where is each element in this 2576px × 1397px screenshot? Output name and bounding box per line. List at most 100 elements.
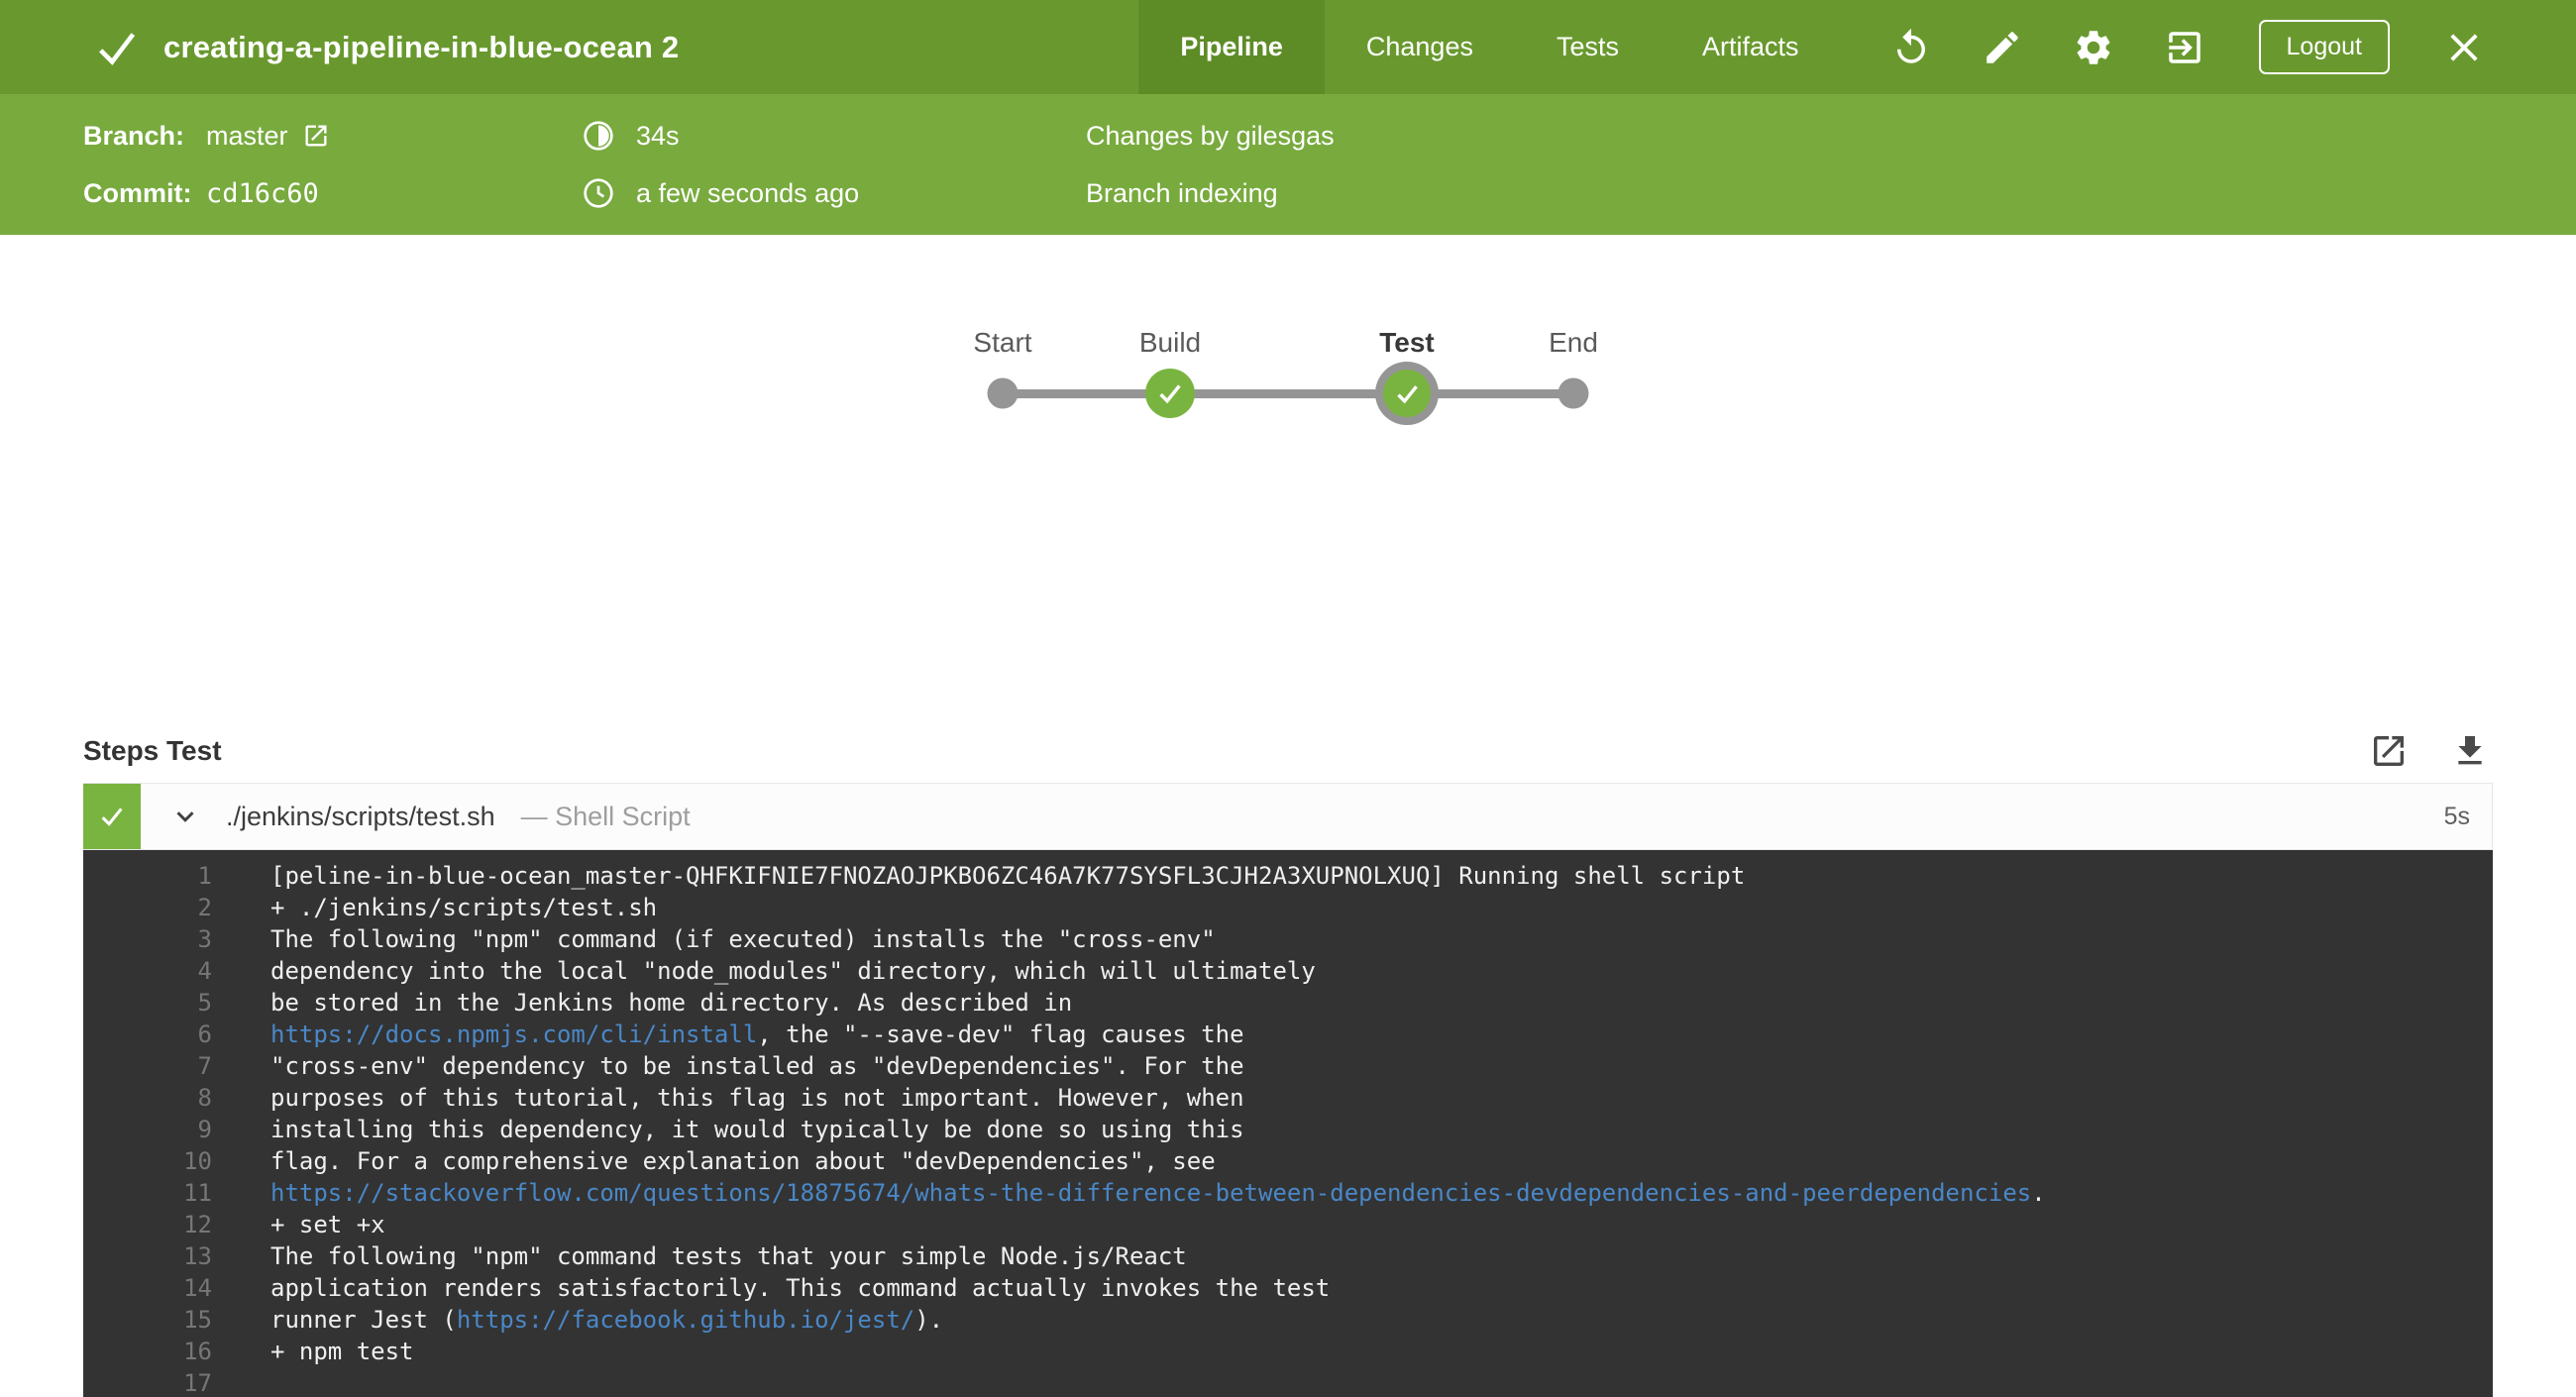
page-title: creating-a-pipeline-in-blue-ocean 2 — [163, 29, 680, 64]
step-kind: — Shell Script — [520, 801, 691, 831]
console-log[interactable]: 1 [peline-in-blue-ocean_master-QHFKIFNIE7… — [83, 850, 2493, 1397]
console-line-number: 8 — [197, 1084, 212, 1112]
cause-row: Branch indexing — [1086, 177, 1278, 208]
console-link[interactable]: https://facebook.github.io/jest/ — [457, 1306, 914, 1334]
steps-actions — [2366, 728, 2493, 774]
step-success-badge — [83, 784, 141, 849]
console-line-number: 14 — [183, 1274, 212, 1302]
graph-node-start — [987, 377, 1019, 409]
console-line-number: 11 — [183, 1179, 212, 1207]
header-left: creating-a-pipeline-in-blue-ocean 2 — [0, 0, 679, 94]
pipeline-graph: Start Build Test End — [0, 287, 2576, 466]
console-line-number: 17 — [183, 1369, 212, 1397]
console-line: 11 https://stackoverflow.com/questions/18… — [83, 1177, 2493, 1209]
console-line-text: dependency into the local "node_modules"… — [270, 957, 1316, 985]
step-name: ./jenkins/scripts/test.sh — [226, 801, 495, 831]
duration-value: 34s — [636, 120, 680, 151]
console-line-number: 5 — [197, 989, 212, 1017]
console-line-text: + set +x — [270, 1211, 385, 1238]
tab-bar: Pipeline Changes Tests Artifacts — [1138, 0, 1840, 94]
graph-node-build[interactable] — [1145, 369, 1195, 418]
console-line-text: application renders satisfactorily. This… — [270, 1274, 1331, 1302]
commit-value: cd16c60 — [206, 177, 319, 209]
tab-tests[interactable]: Tests — [1515, 0, 1661, 94]
console-line: 17 — [83, 1367, 2493, 1397]
console-link[interactable]: https://docs.npmjs.com/cli/install — [270, 1021, 757, 1048]
console-line: 2 + ./jenkins/scripts/test.sh — [83, 892, 2493, 923]
graph-node-end — [1557, 377, 1589, 409]
step-duration: 5s — [2443, 802, 2470, 830]
tab-changes[interactable]: Changes — [1325, 0, 1515, 94]
console-line: 7 "cross-env" dependency to be installed … — [83, 1050, 2493, 1082]
tab-artifacts[interactable]: Artifacts — [1661, 0, 1841, 94]
console-line: 15 runner Jest (https://facebook.github.i… — [83, 1304, 2493, 1336]
console-line-number: 7 — [197, 1052, 212, 1080]
console-line: 5 be stored in the Jenkins home directory… — [83, 987, 2493, 1019]
console-line-number: 10 — [183, 1147, 212, 1175]
console-line: 9 installing this dependency, it would ty… — [83, 1114, 2493, 1145]
open-log-icon[interactable] — [2366, 728, 2412, 774]
tab-pipeline[interactable]: Pipeline — [1138, 0, 1325, 94]
console-line-text: + ./jenkins/scripts/test.sh — [270, 894, 658, 921]
check-icon — [101, 807, 123, 826]
console-line-number: 6 — [197, 1021, 212, 1048]
console-line-text: installing this dependency, it would typ… — [270, 1116, 1244, 1143]
console-line-number: 3 — [197, 925, 212, 953]
commit-row: Commit: cd16c60 — [83, 175, 330, 211]
header-right: Pipeline Changes Tests Artifacts Logout — [1138, 0, 2576, 94]
changes-row: Changes by gilesgas — [1086, 120, 1335, 151]
console-line-text: be stored in the Jenkins home directory.… — [270, 989, 1073, 1017]
header-bar: creating-a-pipeline-in-blue-ocean 2 Pipe… — [0, 0, 2576, 94]
console-line-text: "cross-env" dependency to be installed a… — [270, 1052, 1244, 1080]
console-line: 12 + set +x — [83, 1209, 2493, 1240]
console-line-number: 12 — [183, 1211, 212, 1238]
causes-column: Changes by gilesgas Branch indexing — [1086, 94, 1335, 235]
console-line-number: 15 — [183, 1306, 212, 1334]
branch-value: master — [206, 120, 288, 151]
console-line: 1 [peline-in-blue-ocean_master-QHFKIFNIE7… — [83, 860, 2493, 892]
finished-row: a few seconds ago — [583, 175, 859, 211]
branch-label: Branch: — [83, 120, 185, 151]
console-line-number: 16 — [183, 1338, 212, 1365]
steps-header: Steps Test — [83, 728, 2493, 774]
close-icon[interactable] — [2441, 25, 2487, 70]
branch-link[interactable]: master — [206, 121, 330, 152]
graph-node-label-end: End — [1549, 327, 1598, 358]
graph-connector-line — [1003, 389, 1573, 398]
graph-node-test[interactable] — [1375, 362, 1439, 425]
external-link-icon — [305, 125, 327, 147]
console-line-number: 13 — [183, 1242, 212, 1270]
steps-heading: Steps Test — [83, 735, 222, 766]
console-line-number: 9 — [197, 1116, 212, 1143]
console-line-text: https://stackoverflow.com/questions/1887… — [270, 1179, 2046, 1207]
graph-node-label-start: Start — [973, 327, 1032, 358]
console-line-number: 4 — [197, 957, 212, 985]
commit-label: Commit: — [83, 177, 192, 208]
duration-icon — [584, 121, 613, 151]
rerun-icon[interactable] — [1888, 25, 1934, 70]
console-line-text: The following "npm" command (if executed… — [270, 925, 1216, 953]
console-line: 4 dependency into the local "node_modules… — [83, 955, 2493, 987]
console-line: 14 application renders satisfactorily. Th… — [83, 1272, 2493, 1304]
console-line-text: The following "npm" command tests that y… — [270, 1242, 1187, 1270]
edit-icon[interactable] — [1980, 25, 2025, 70]
settings-icon[interactable] — [2071, 25, 2116, 70]
run-success-check-icon — [99, 32, 136, 65]
time-column: 34s a few seconds ago — [583, 94, 859, 235]
graph-node-label-build: Build — [1138, 327, 1202, 358]
console-line: 6 https://docs.npmjs.com/cli/install, the… — [83, 1019, 2493, 1050]
exit-icon[interactable] — [2162, 25, 2207, 70]
chevron-down-icon[interactable] — [170, 802, 200, 831]
console-line-text: runner Jest (https://facebook.github.io/… — [270, 1306, 944, 1334]
step-row[interactable]: ./jenkins/scripts/test.sh — Shell Script… — [83, 783, 2493, 850]
console-line: 13 The following "npm" command tests that… — [83, 1240, 2493, 1272]
header-actions: Logout — [1841, 0, 2576, 94]
duration-row: 34s — [583, 118, 859, 154]
graph-node-label-test: Test — [1379, 327, 1435, 358]
console-link[interactable]: https://stackoverflow.com/questions/1887… — [270, 1179, 2031, 1207]
console-line: 8 purposes of this tutorial, this flag is… — [83, 1082, 2493, 1114]
console-line-text: + npm test — [270, 1338, 414, 1365]
console-line: 10 flag. For a comprehensive explanation … — [83, 1145, 2493, 1177]
download-log-icon[interactable] — [2447, 728, 2493, 774]
logout-button[interactable]: Logout — [2258, 20, 2390, 74]
